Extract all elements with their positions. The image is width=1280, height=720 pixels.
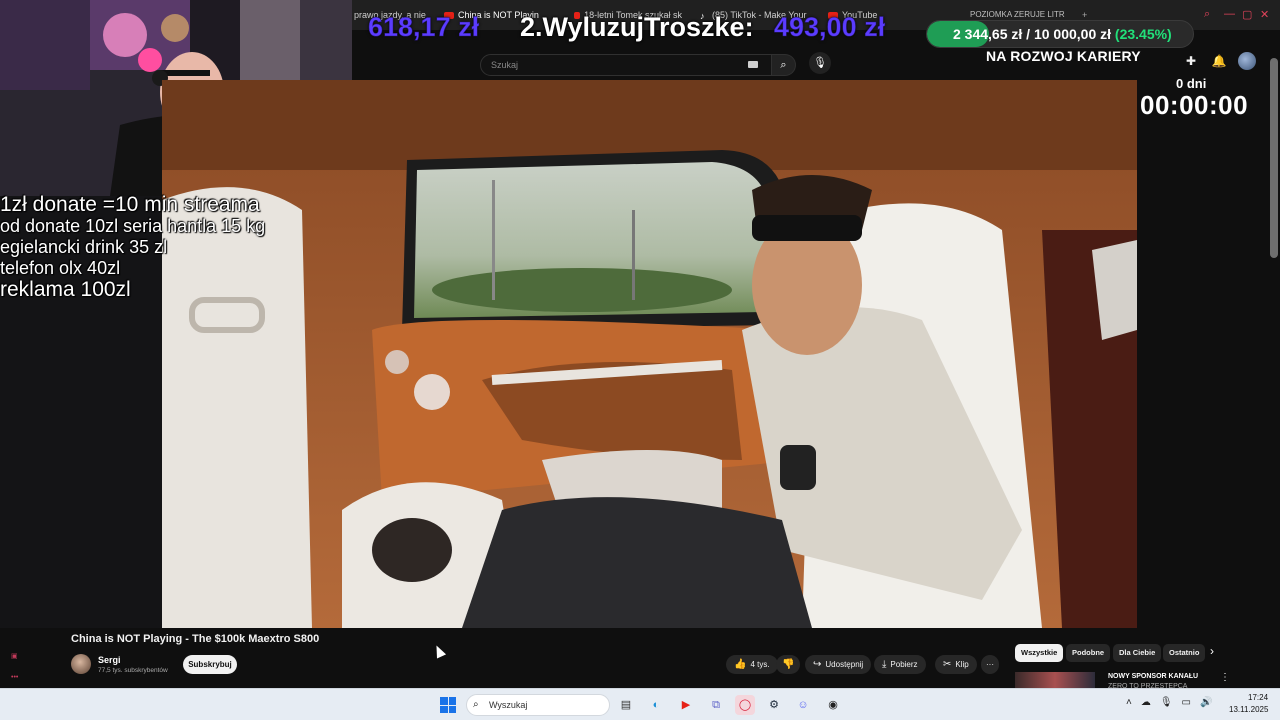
- file-explorer-icon[interactable]: ▤: [616, 695, 636, 715]
- scissors-icon: ✂: [943, 659, 952, 670]
- share-label: Udostępnij: [825, 660, 864, 669]
- clock-date[interactable]: 13.11.2025: [1229, 705, 1268, 714]
- search-icon: ⌕: [473, 699, 479, 710]
- subscribe-button[interactable]: Subskrybuj: [183, 655, 237, 674]
- career-overlay-text: NA ROZWOJ KARIERY: [986, 48, 1141, 64]
- edge-icon[interactable]: ◐: [646, 695, 666, 715]
- keyboard-icon[interactable]: [748, 61, 758, 68]
- dislike-button[interactable]: 👎: [776, 655, 801, 674]
- windows-logo-tile: [440, 697, 448, 705]
- rule-line: telefon olx 40zl: [0, 258, 121, 278]
- search-button[interactable]: ⌕: [772, 54, 796, 76]
- taskbar-search-placeholder: Wyszukaj: [489, 700, 528, 710]
- clip-label: Klip: [955, 660, 969, 669]
- volume-icon[interactable]: 🔊: [1200, 697, 1212, 708]
- windows-taskbar: ⌕ Wyszukaj ▤ ◐ ▶ ⧉ ◯ ⚙ ☺ ◉ ˄ ☁ 🎙 ▭ 🔊 17:…: [0, 688, 1280, 720]
- search-icon: ⌕: [780, 59, 787, 71]
- video-title: China is NOT Playing - The $100k Maextro…: [71, 633, 320, 645]
- download-icon: ⤓: [882, 659, 887, 670]
- rule-line: od donate 10zl seria hantla 15 kg: [0, 216, 266, 236]
- recommended-title[interactable]: NOWY SPONSOR KANAŁU: [1108, 673, 1198, 680]
- video-frame: [162, 80, 1137, 628]
- windows-logo-tile: [448, 697, 456, 705]
- donation-rules-overlay: 1zł donate =10 min streama od donate 10z…: [0, 194, 265, 301]
- rule-line: reklama 100zl: [0, 278, 131, 301]
- channel-avatar[interactable]: [71, 654, 91, 674]
- minimize-icon[interactable]: —: [1224, 8, 1235, 20]
- start-button[interactable]: [440, 697, 456, 713]
- cloud-icon[interactable]: ☁: [1141, 697, 1151, 708]
- like-count: 4 tys.: [750, 660, 770, 669]
- display-icon[interactable]: ▭: [1182, 697, 1191, 708]
- opera-icon[interactable]: ◯: [735, 695, 755, 715]
- steam-icon[interactable]: ⚙: [764, 695, 784, 715]
- search-tabs-icon[interactable]: ⌕: [1204, 8, 1210, 21]
- timer-clock: 00:00:00: [1140, 90, 1249, 120]
- more-actions-button[interactable]: ···: [981, 655, 999, 674]
- subscriber-count: 77,5 tys. subskrybentów: [98, 667, 168, 674]
- share-button[interactable]: ↪ Udostępnij: [805, 655, 872, 674]
- bell-icon[interactable]: 🔔: [1210, 52, 1228, 70]
- rule-line: 1zł donate =10 min streama: [0, 193, 260, 216]
- overlay-dots-icon: •••: [11, 674, 19, 681]
- header-icons: ✚ 🔔: [1182, 52, 1256, 70]
- channel-name[interactable]: Sergi: [98, 655, 121, 665]
- donation-ranking-overlay: 618,17 zł 2.WyluzujTroszke: 493,00 zł: [352, 8, 922, 50]
- goal-text: 2 344,65 zł / 10 000,00 zł (23.45%): [953, 26, 1172, 42]
- kebab-menu-icon[interactable]: ⋮: [1220, 672, 1230, 683]
- goal-amount: 2 344,65 zł / 10 000,00 zł: [953, 26, 1112, 42]
- youtube-app-icon[interactable]: ▶: [676, 695, 696, 715]
- maximize-icon[interactable]: ▢: [1242, 8, 1252, 21]
- chip-all[interactable]: Wszystkie: [1015, 644, 1064, 662]
- clock-time[interactable]: 17:24: [1248, 693, 1268, 702]
- thumbs-up-icon: 👍: [734, 659, 747, 670]
- app-icon[interactable]: ◉: [823, 695, 843, 715]
- second-donor-name: 2.WyluzujTroszke:: [520, 12, 754, 42]
- chevron-up-icon[interactable]: ˄: [1126, 697, 1132, 708]
- snipping-icon[interactable]: ⧉: [706, 695, 726, 715]
- chip-for-you[interactable]: Dla Ciebie: [1113, 644, 1162, 662]
- windows-logo-tile: [448, 705, 456, 713]
- second-donor-amount: 493,00 zł: [774, 12, 886, 43]
- download-label: Pobierz: [890, 660, 918, 669]
- system-tray: ˄ ☁ 🎙 ▭ 🔊: [1126, 697, 1212, 708]
- goal-progress-bar: 2 344,65 zł / 10 000,00 zł (23.45%): [926, 20, 1194, 48]
- timer-days: 0 dni: [1176, 76, 1207, 91]
- video-player[interactable]: [162, 80, 1137, 628]
- windows-logo-tile: [440, 705, 448, 713]
- chevron-right-icon[interactable]: ›: [1210, 644, 1214, 658]
- search-input[interactable]: Szukaj: [480, 54, 772, 76]
- goal-label: POZIOMKA ZERUJE LITR: [970, 10, 1065, 19]
- taskbar-search[interactable]: ⌕ Wyszukaj: [466, 694, 610, 716]
- share-icon: ↪: [813, 659, 822, 670]
- page-scrollbar[interactable]: [1270, 58, 1278, 258]
- thumbs-down-icon: 👎: [782, 659, 795, 670]
- create-icon[interactable]: ✚: [1182, 52, 1200, 70]
- mic-icon[interactable]: 🎙: [1160, 697, 1173, 708]
- chip-recent[interactable]: Ostatnio: [1163, 644, 1206, 662]
- youtube-header: Szukaj ⌕ 🎙 NA ROZWOJ KARIERY ✚ 🔔: [352, 48, 1280, 82]
- clip-button[interactable]: ✂ Klip: [935, 655, 977, 674]
- like-button[interactable]: 👍 4 tys.: [726, 655, 778, 674]
- mic-icon: 🎙: [813, 57, 827, 69]
- rule-line: egielancki drink 35 zl: [0, 237, 168, 257]
- donation-goal-widget: POZIOMKA ZERUJE LITR 2 344,65 zł / 10 00…: [924, 6, 1196, 48]
- close-icon[interactable]: ✕: [1260, 8, 1269, 21]
- chip-related[interactable]: Podobne: [1066, 644, 1111, 662]
- avatar[interactable]: [1238, 52, 1256, 70]
- goal-percent: (23.45%): [1114, 26, 1172, 42]
- overlay-logo-icon: ▣: [11, 653, 18, 660]
- download-button[interactable]: ⤓ Pobierz: [874, 655, 926, 674]
- first-donor-amount: 618,17 zł: [368, 12, 480, 43]
- voice-search-button[interactable]: 🎙: [809, 52, 831, 74]
- discord-icon[interactable]: ☺: [793, 695, 813, 715]
- screen: prawo jazdy, a nie China is NOT Playin 1…: [0, 0, 1280, 720]
- mouse-cursor: [431, 643, 447, 659]
